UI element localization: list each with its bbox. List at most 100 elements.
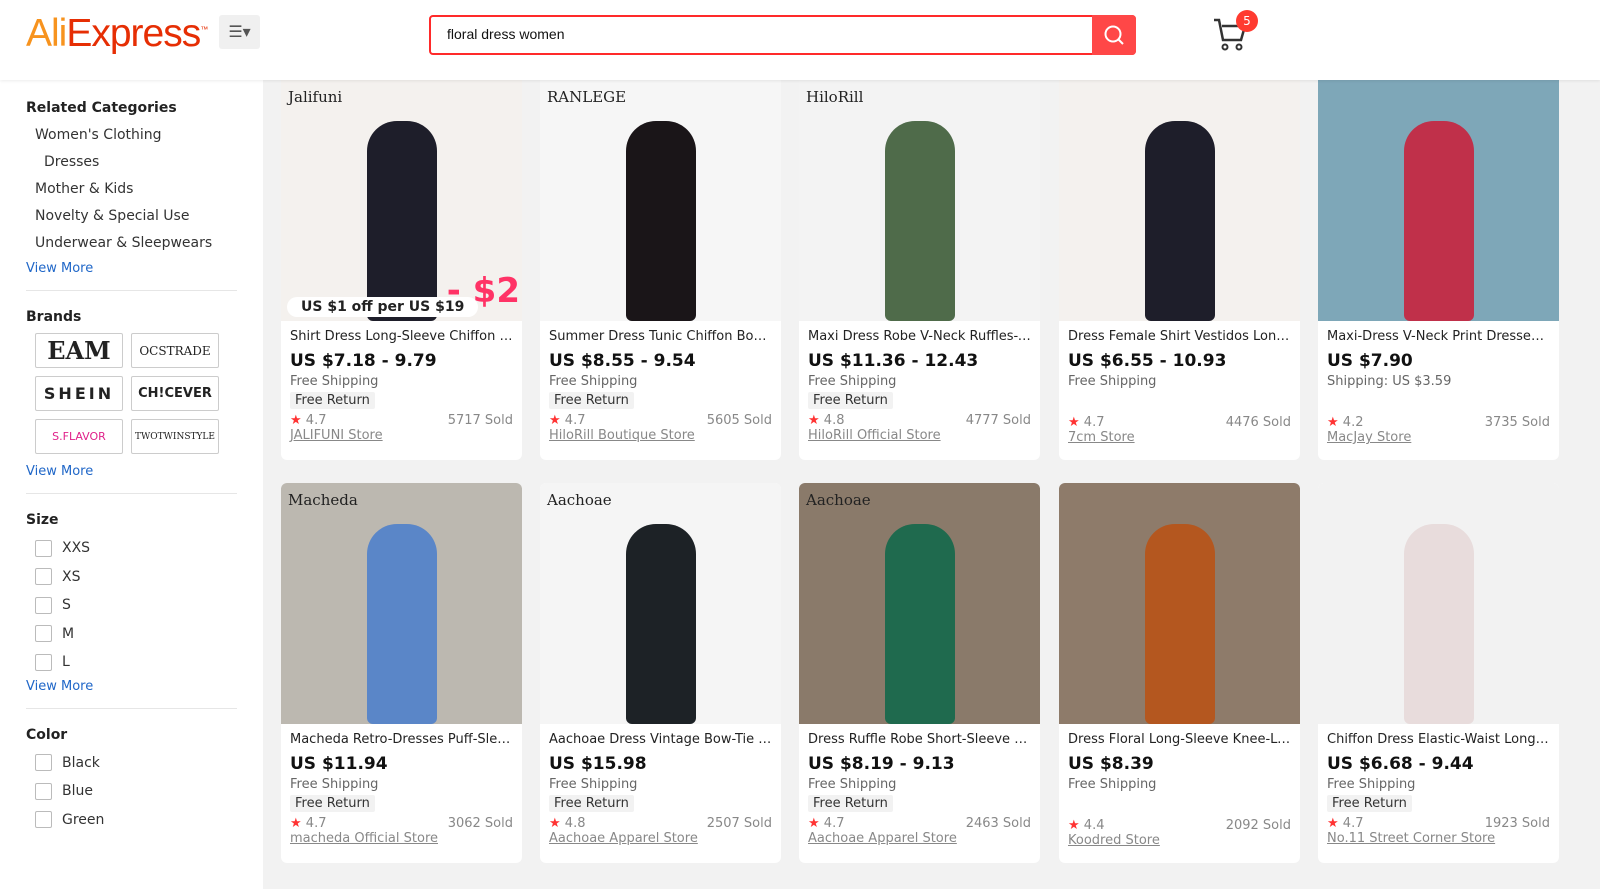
product-title[interactable]: Dress Floral Long-Sleeve Knee-Len... [1068, 732, 1291, 750]
related-categories-title: Related Categories [26, 100, 177, 116]
size-l-checkbox[interactable]: L [26, 648, 263, 677]
product-title[interactable]: Chiffon Dress Elastic-Waist Long-Sl... [1327, 732, 1550, 750]
product-card[interactable]: Aachoae Dress Ruffle Robe Short-Sleeve A… [799, 483, 1040, 863]
checkbox[interactable] [35, 625, 52, 643]
size-xs-checkbox[interactable]: XS [26, 563, 263, 592]
color-green-checkbox[interactable]: Green [26, 806, 263, 835]
shipping-info: Free Shipping [549, 777, 638, 792]
store-link[interactable]: 7cm Store [1068, 430, 1291, 445]
rating: 4.7 [1342, 816, 1364, 831]
category-underwear[interactable]: Underwear & Sleepwears [26, 230, 263, 257]
brand-ocstrade[interactable]: OCSTRADE [131, 333, 219, 368]
category-womens-clothing[interactable]: Women's Clothing [26, 122, 263, 149]
checkbox[interactable] [35, 811, 52, 829]
checkbox[interactable] [35, 596, 52, 614]
product-card[interactable]: Dress Female Shirt Vestidos Long-... US … [1059, 80, 1300, 460]
divider [26, 290, 237, 291]
product-image[interactable]: Aachoae [540, 483, 781, 724]
product-card[interactable]: Maxi-Dress V-Neck Print Dresses-A... US … [1318, 80, 1559, 460]
star-icon: ★ [290, 413, 302, 428]
product-image[interactable]: RANLEGE [540, 80, 781, 321]
brand-chicever[interactable]: CH!CEVER [131, 376, 219, 411]
checkbox[interactable] [35, 782, 52, 800]
product-image[interactable] [1059, 80, 1300, 321]
product-image[interactable]: Aachoae [799, 483, 1040, 724]
product-title[interactable]: Maxi-Dress V-Neck Print Dresses-A... [1327, 329, 1550, 347]
store-link[interactable]: Aachoae Apparel Store [549, 831, 772, 846]
product-title[interactable]: Macheda Retro-Dresses Puff-Sleev... [290, 732, 513, 750]
product-title[interactable]: Aachoae Dress Vintage Bow-Tie Ve... [549, 732, 772, 750]
category-mother-kids[interactable]: Mother & Kids [26, 176, 263, 203]
shipping-info: Free Shipping [1068, 777, 1157, 792]
category-menu-button[interactable]: ☰▾ [219, 15, 260, 49]
filter-sidebar: Related Categories Women's Clothing Dres… [0, 80, 263, 889]
product-card[interactable]: RANLEGE Summer Dress Tunic Chiffon Boho.… [540, 80, 781, 460]
dress-photo [1403, 121, 1474, 321]
checkbox[interactable] [35, 653, 52, 671]
product-title[interactable]: Dress Female Shirt Vestidos Long-... [1068, 329, 1291, 347]
search-input[interactable] [447, 26, 1087, 42]
sold-count: 4476 Sold [1225, 415, 1291, 430]
product-card[interactable]: HiloRill Maxi Dress Robe V-Neck Ruffles-… [799, 80, 1040, 460]
product-image[interactable]: Jalifuni - $2 US $1 off per US $19 [281, 80, 522, 321]
product-image[interactable]: HiloRill [799, 80, 1040, 321]
product-image[interactable] [1059, 483, 1300, 724]
star-icon: ★ [808, 816, 820, 831]
size-s-checkbox[interactable]: S [26, 591, 263, 620]
brand-twotwinstyle[interactable]: TWOTWINSTYLE [131, 419, 219, 454]
product-card[interactable]: Chiffon Dress Elastic-Waist Long-Sl... U… [1318, 483, 1559, 863]
rating: 4.7 [564, 413, 586, 428]
store-link[interactable]: Koodred Store [1068, 833, 1291, 848]
product-price: US $7.90 [1327, 351, 1413, 371]
store-link[interactable]: macheda Official Store [290, 831, 513, 846]
shipping-info: Free Shipping [290, 374, 379, 389]
product-image[interactable]: Macheda [281, 483, 522, 724]
aliexpress-logo[interactable]: AliExpress™ [26, 12, 208, 56]
star-icon: ★ [1327, 816, 1339, 831]
sold-count: 3062 Sold [447, 816, 513, 831]
category-dresses[interactable]: Dresses [26, 149, 263, 176]
color-title: Color [26, 726, 68, 743]
search-button[interactable] [1092, 15, 1136, 55]
shipping-info: Shipping: US $3.59 [1327, 374, 1452, 389]
store-link[interactable]: Aachoae Apparel Store [808, 831, 1031, 846]
color-label: Black [62, 754, 100, 771]
size-m-checkbox[interactable]: M [26, 620, 263, 649]
product-price: US $6.55 - 10.93 [1068, 351, 1227, 371]
store-link[interactable]: HiloRill Boutique Store [549, 428, 772, 443]
store-link[interactable]: MacJay Store [1327, 430, 1550, 445]
category-novelty[interactable]: Novelty & Special Use [26, 203, 263, 230]
dress-photo [1144, 524, 1215, 724]
dress-photo [1144, 121, 1215, 321]
store-link[interactable]: No.11 Street Corner Store [1327, 831, 1550, 846]
sizes-view-more[interactable]: View More [26, 679, 263, 694]
store-link[interactable]: JALIFUNI Store [290, 428, 513, 443]
brand-sflavor[interactable]: S.FLAVOR [35, 419, 123, 454]
product-card[interactable]: Jalifuni - $2 US $1 off per US $19 Shirt … [281, 80, 522, 460]
checkbox[interactable] [35, 568, 52, 586]
brand-shein[interactable]: SHEIN [35, 376, 123, 411]
product-title[interactable]: Summer Dress Tunic Chiffon Boho... [549, 329, 772, 347]
checkbox[interactable] [35, 754, 52, 772]
color-blue-checkbox[interactable]: Blue [26, 777, 263, 806]
product-title[interactable]: Maxi Dress Robe V-Neck Ruffles-W... [808, 329, 1031, 347]
brand-eam[interactable]: EAM [35, 333, 123, 368]
product-image[interactable] [1318, 483, 1559, 724]
categories-view-more[interactable]: View More [26, 261, 263, 276]
product-card[interactable]: Macheda Macheda Retro-Dresses Puff-Sleev… [281, 483, 522, 863]
color-black-checkbox[interactable]: Black [26, 749, 263, 778]
product-card[interactable]: Dress Floral Long-Sleeve Knee-Len... US … [1059, 483, 1300, 863]
star-icon: ★ [808, 413, 820, 428]
rating: 4.4 [1083, 818, 1105, 833]
divider [26, 707, 237, 709]
product-title[interactable]: Dress Ruffle Robe Short-Sleeve A-L... [808, 732, 1031, 750]
product-image[interactable] [1318, 80, 1559, 321]
brand-watermark: Aachoae [547, 491, 612, 509]
store-link[interactable]: HiloRill Official Store [808, 428, 1031, 443]
checkbox[interactable] [35, 539, 52, 557]
size-xxs-checkbox[interactable]: XXS [26, 534, 263, 563]
dress-photo [366, 121, 437, 321]
brands-view-more[interactable]: View More [26, 464, 263, 479]
product-title[interactable]: Shirt Dress Long-Sleeve Chiffon Pri... [290, 329, 513, 347]
product-card[interactable]: Aachoae Aachoae Dress Vintage Bow-Tie Ve… [540, 483, 781, 863]
